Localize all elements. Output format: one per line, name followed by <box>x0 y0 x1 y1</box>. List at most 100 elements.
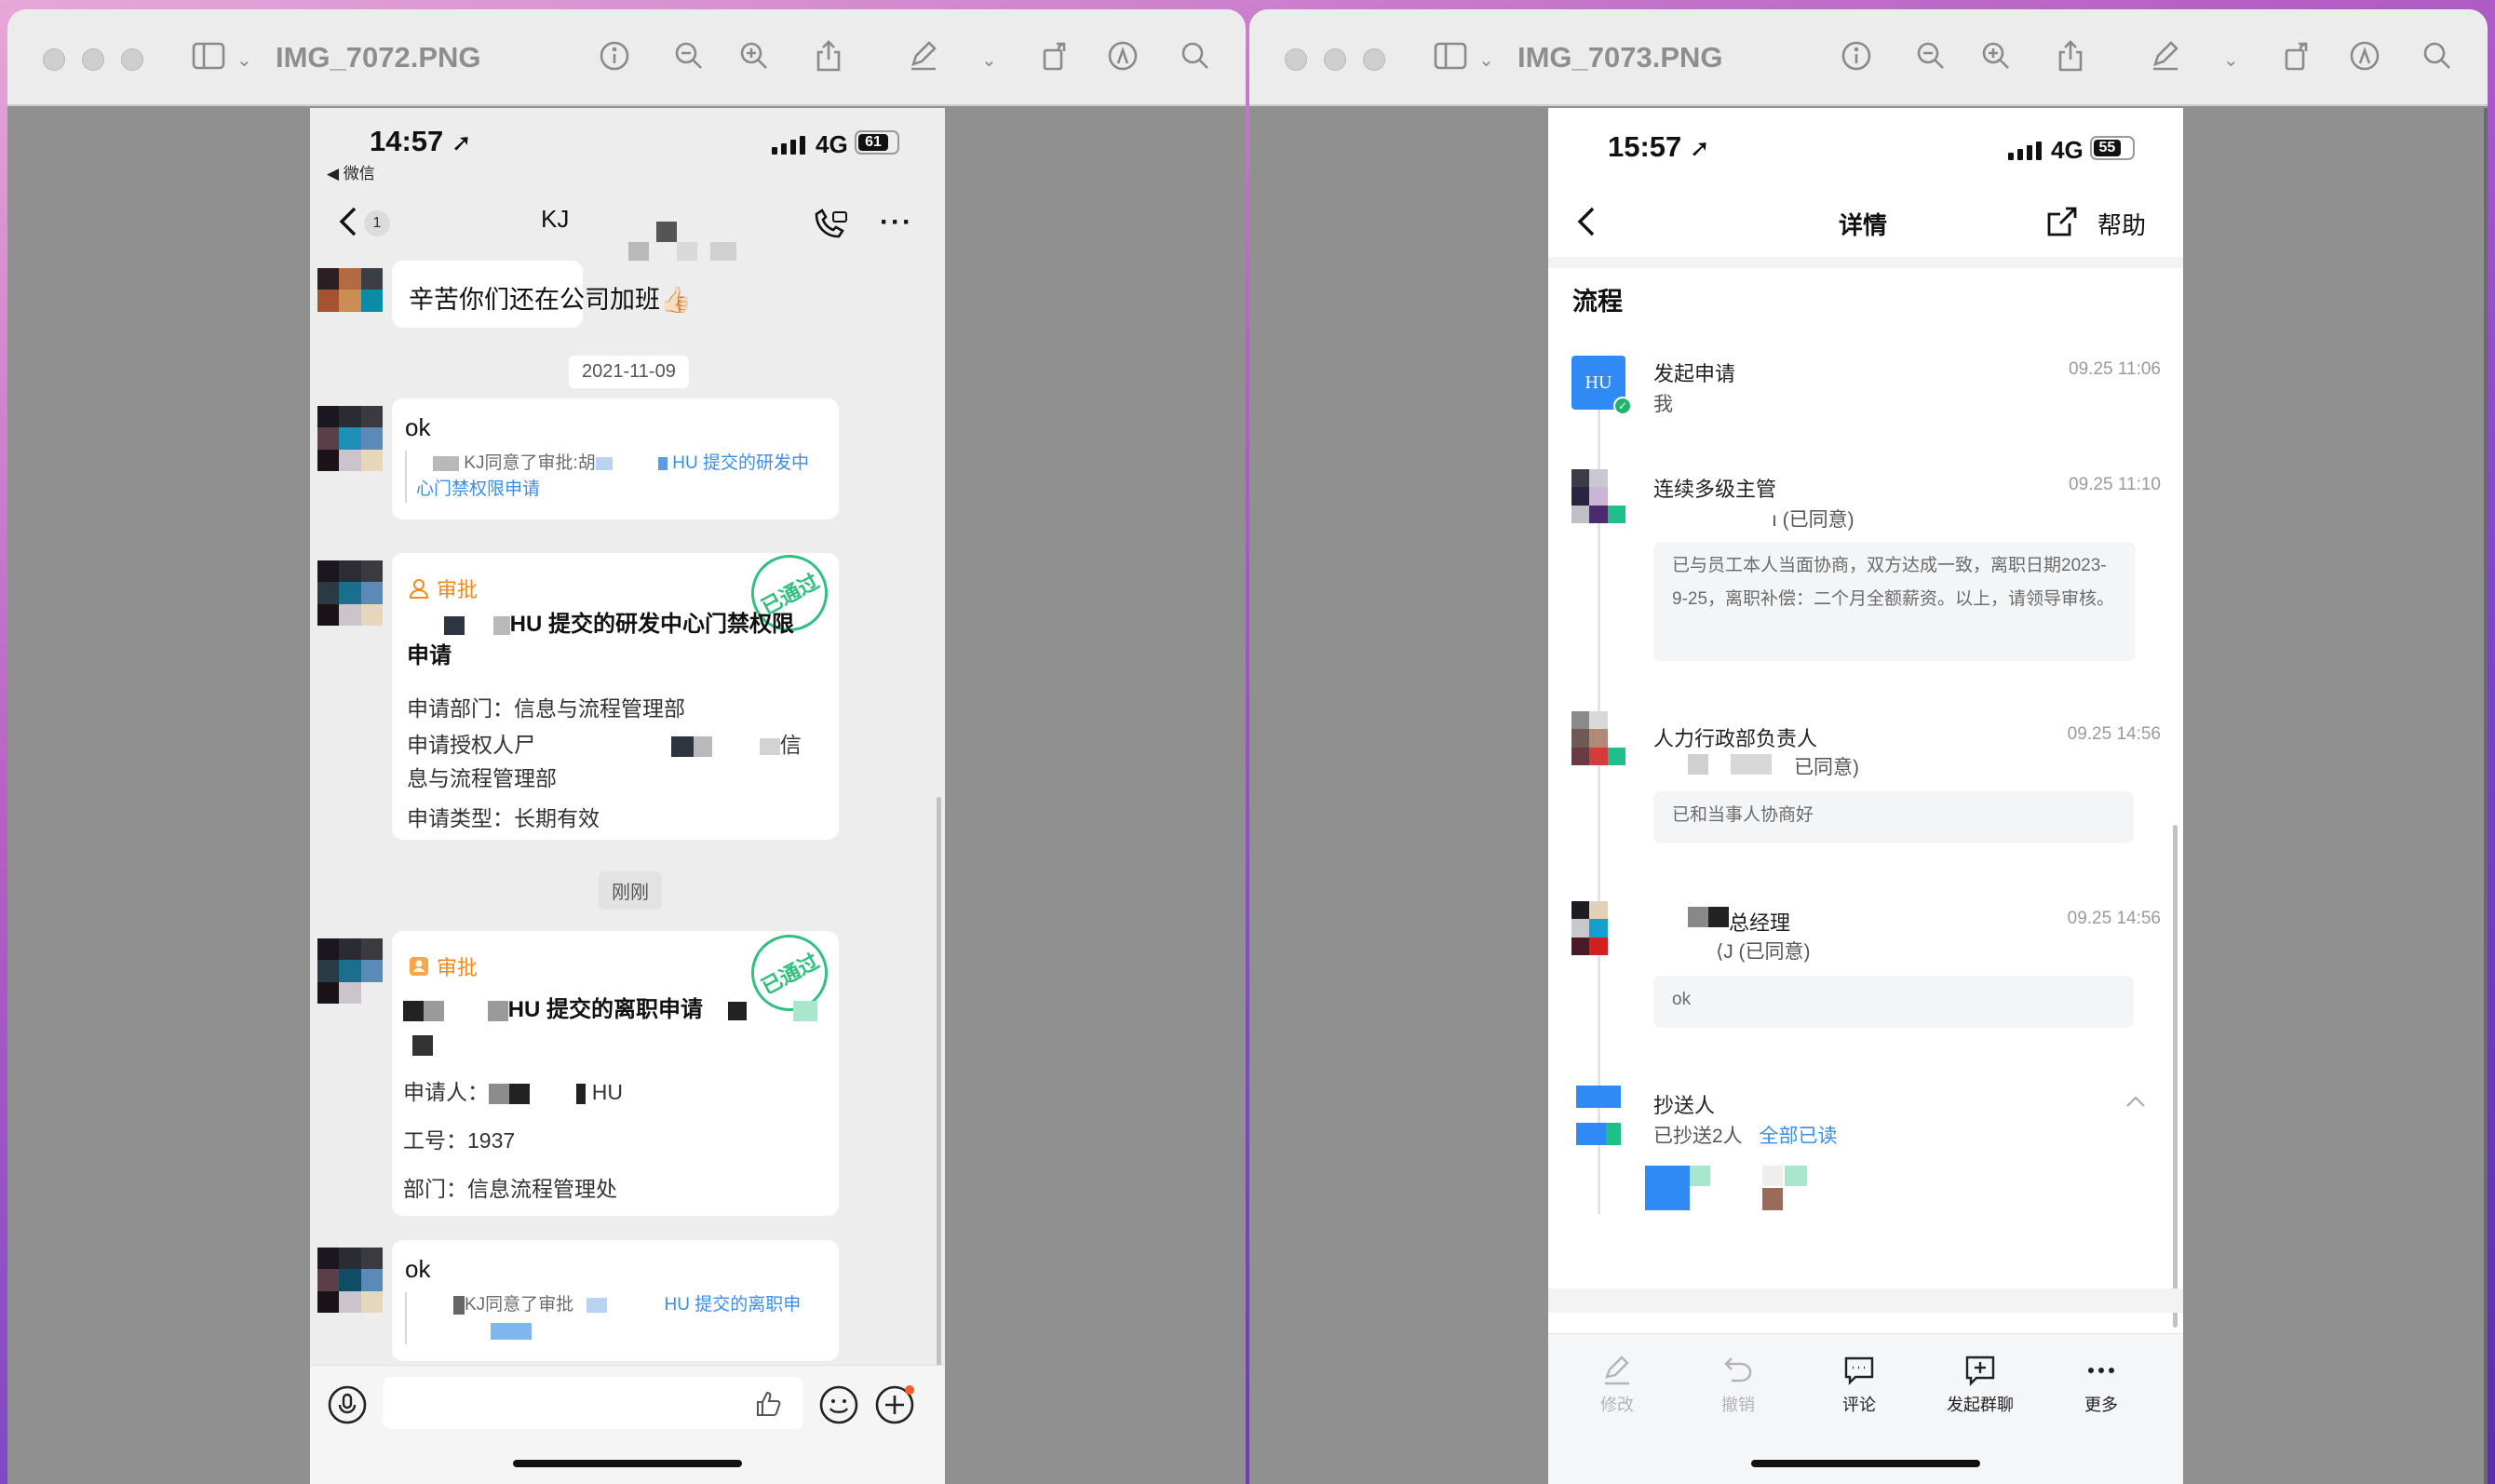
preview-window-right: ⌄ IMG_7073.PNG ⌄ 15:57 ➚ 4G 55 详情 帮助 流程 … <box>1249 9 2488 1484</box>
thumbs-up-icon[interactable] <box>755 1390 783 1418</box>
undo-icon <box>1724 1357 1752 1383</box>
avatar <box>1571 901 1625 955</box>
plus-icon[interactable] <box>874 1384 915 1425</box>
zoom-button[interactable] <box>121 48 143 71</box>
edit-button: 修改 <box>1561 1355 1673 1416</box>
help-link[interactable]: 帮助 <box>2097 207 2146 241</box>
comment-button[interactable]: 评论 <box>1803 1355 1915 1416</box>
phone-call-icon[interactable] <box>811 209 848 242</box>
approval-card[interactable]: 审批 已通过 HU 提交的研发中心门禁权限 申请 申请部门：信息与流程管理部 申… <box>392 541 842 840</box>
more-button[interactable]: 更多 <box>2045 1355 2157 1416</box>
cc-recipient-avatar[interactable] <box>1645 1166 1690 1210</box>
zoom-in-icon[interactable] <box>1977 37 2015 74</box>
step-comment: 已与员工本人当面协商，双方达成一致，离职日期2023-9-25，离职补偿：二个月… <box>1653 542 2136 661</box>
scroll-indicator[interactable] <box>2173 825 2178 1328</box>
home-indicator <box>513 1460 742 1467</box>
redacted-block <box>1731 754 1772 775</box>
timestamp: 刚刚 <box>599 871 662 910</box>
step-status: ⟨J (已同意) <box>1716 941 1811 963</box>
open-external-icon[interactable] <box>2045 205 2079 238</box>
cc-recipient-avatar[interactable] <box>1762 1166 1807 1210</box>
chevron-down-icon[interactable]: ⌄ <box>981 48 997 72</box>
traffic-lights <box>1285 48 1385 71</box>
sidebar-icon[interactable] <box>190 37 227 74</box>
message-input[interactable] <box>383 1377 803 1429</box>
back-chevron-icon[interactable] <box>1576 205 1597 238</box>
chevron-down-icon[interactable]: ⌄ <box>2223 48 2239 72</box>
home-indicator <box>1751 1460 1980 1467</box>
avatar <box>317 406 383 471</box>
battery-icon: 61 <box>855 130 899 155</box>
signal-icon <box>2008 142 2042 160</box>
share-icon[interactable] <box>810 37 847 74</box>
network-label: 4G <box>2051 136 2084 164</box>
search-icon[interactable] <box>2419 37 2456 74</box>
step-name: 发起申请 <box>1653 362 1736 385</box>
redacted-block <box>1688 754 1708 775</box>
action-bar: 修改 撤销 评论 发起群聊 更多 <box>1548 1333 2183 1484</box>
status-bar: 15:57 ➚ 4G 55 <box>1548 108 2183 173</box>
info-icon[interactable] <box>596 37 633 74</box>
markup-icon[interactable] <box>2346 37 2383 74</box>
approval-card[interactable]: 审批 已通过 HU 提交的离职申请 申请人： HU 工号：1937 部门：信息流… <box>392 921 842 1216</box>
voice-icon[interactable] <box>327 1384 368 1425</box>
cc-avatar <box>1576 1086 1621 1108</box>
approval-person-icon <box>409 579 429 599</box>
zoom-in-icon[interactable] <box>735 37 773 74</box>
quoted-message[interactable]: KJ同意了审批 HU 提交的离职申 <box>405 1292 824 1344</box>
more-icon[interactable]: ··· <box>880 207 913 238</box>
resize-handle[interactable] <box>2484 108 2488 1484</box>
approval-dept: 部门：信息流程管理处 <box>403 1177 617 1201</box>
search-icon[interactable] <box>1177 37 1214 74</box>
approval-dept: 申请部门：信息与流程管理部 <box>407 696 685 721</box>
step-time: 09.25 11:10 <box>2069 475 2161 494</box>
chat-title: KJ <box>541 205 570 233</box>
scroll-indicator[interactable] <box>937 797 941 1430</box>
comment-icon <box>1844 1356 1874 1385</box>
minimize-button[interactable] <box>82 48 104 71</box>
group-chat-plus-icon <box>1965 1356 1995 1386</box>
message-bubble[interactable]: ok KJ同意了审批 HU 提交的离职申 <box>392 1240 839 1361</box>
markup-pen-icon[interactable] <box>2147 37 2184 74</box>
sidebar-icon[interactable] <box>1432 37 1469 74</box>
window-title: IMG_7072.PNG <box>276 41 481 74</box>
read-status-link[interactable]: 全部已读 <box>1760 1126 1838 1147</box>
input-bar <box>310 1365 945 1484</box>
zoom-out-icon[interactable] <box>670 37 708 74</box>
approval-employee-number: 工号：1937 <box>403 1128 516 1153</box>
info-icon[interactable] <box>1838 37 1875 74</box>
approval-person-icon <box>410 957 428 976</box>
message-bubble[interactable]: ok KJ同意了审批:胡 HU 提交的研发中 心门禁权限申请 <box>392 398 839 519</box>
back-to-wechat[interactable]: ◀ 微信 <box>327 160 375 183</box>
approval-applicant: 申请人： HU <box>403 1080 624 1104</box>
cc-count: 已抄送2人 全部已读 <box>1653 1126 1838 1147</box>
signal-icon <box>772 136 805 155</box>
step-comment: 已和当事人协商好 <box>1653 791 2134 843</box>
emoji-icon[interactable] <box>818 1384 859 1425</box>
status-time: 14:57 ➚ <box>370 125 472 157</box>
minimize-button[interactable] <box>1324 48 1346 71</box>
close-button[interactable] <box>43 48 65 71</box>
zoom-button[interactable] <box>1363 48 1385 71</box>
start-group-chat-button[interactable]: 发起群聊 <box>1924 1355 2036 1416</box>
close-button[interactable] <box>1285 48 1307 71</box>
step-name: 总经理 <box>1729 911 1791 935</box>
message-bubble[interactable]: 辛苦你们还在公司加班👍🏻 <box>392 261 692 328</box>
chevron-up-icon[interactable] <box>2125 1095 2146 1108</box>
avatar <box>317 268 383 333</box>
chevron-down-icon[interactable]: ⌄ <box>1478 48 1494 72</box>
markup-icon[interactable] <box>1104 37 1141 74</box>
window-toolbar: ⌄ IMG_7072.PNG ⌄ <box>7 9 1246 106</box>
rotate-icon[interactable] <box>2279 37 2316 74</box>
share-icon[interactable] <box>2052 37 2089 74</box>
quoted-message[interactable]: KJ同意了审批:胡 HU 提交的研发中 心门禁权限申请 <box>405 451 824 503</box>
back-chevron-icon[interactable] <box>338 205 358 238</box>
rotate-icon[interactable] <box>1037 37 1074 74</box>
approved-check-icon: ✓ <box>1613 397 1632 415</box>
markup-pen-icon[interactable] <box>905 37 942 74</box>
zoom-out-icon[interactable] <box>1912 37 1949 74</box>
approval-type: 申请类型：长期有效 <box>407 806 600 830</box>
approval-detail-screenshot: 15:57 ➚ 4G 55 详情 帮助 流程 HU ✓ 发起申请 09.25 1… <box>1548 108 2183 1484</box>
step-time: 09.25 14:56 <box>2067 724 2161 744</box>
chevron-down-icon[interactable]: ⌄ <box>236 48 252 72</box>
